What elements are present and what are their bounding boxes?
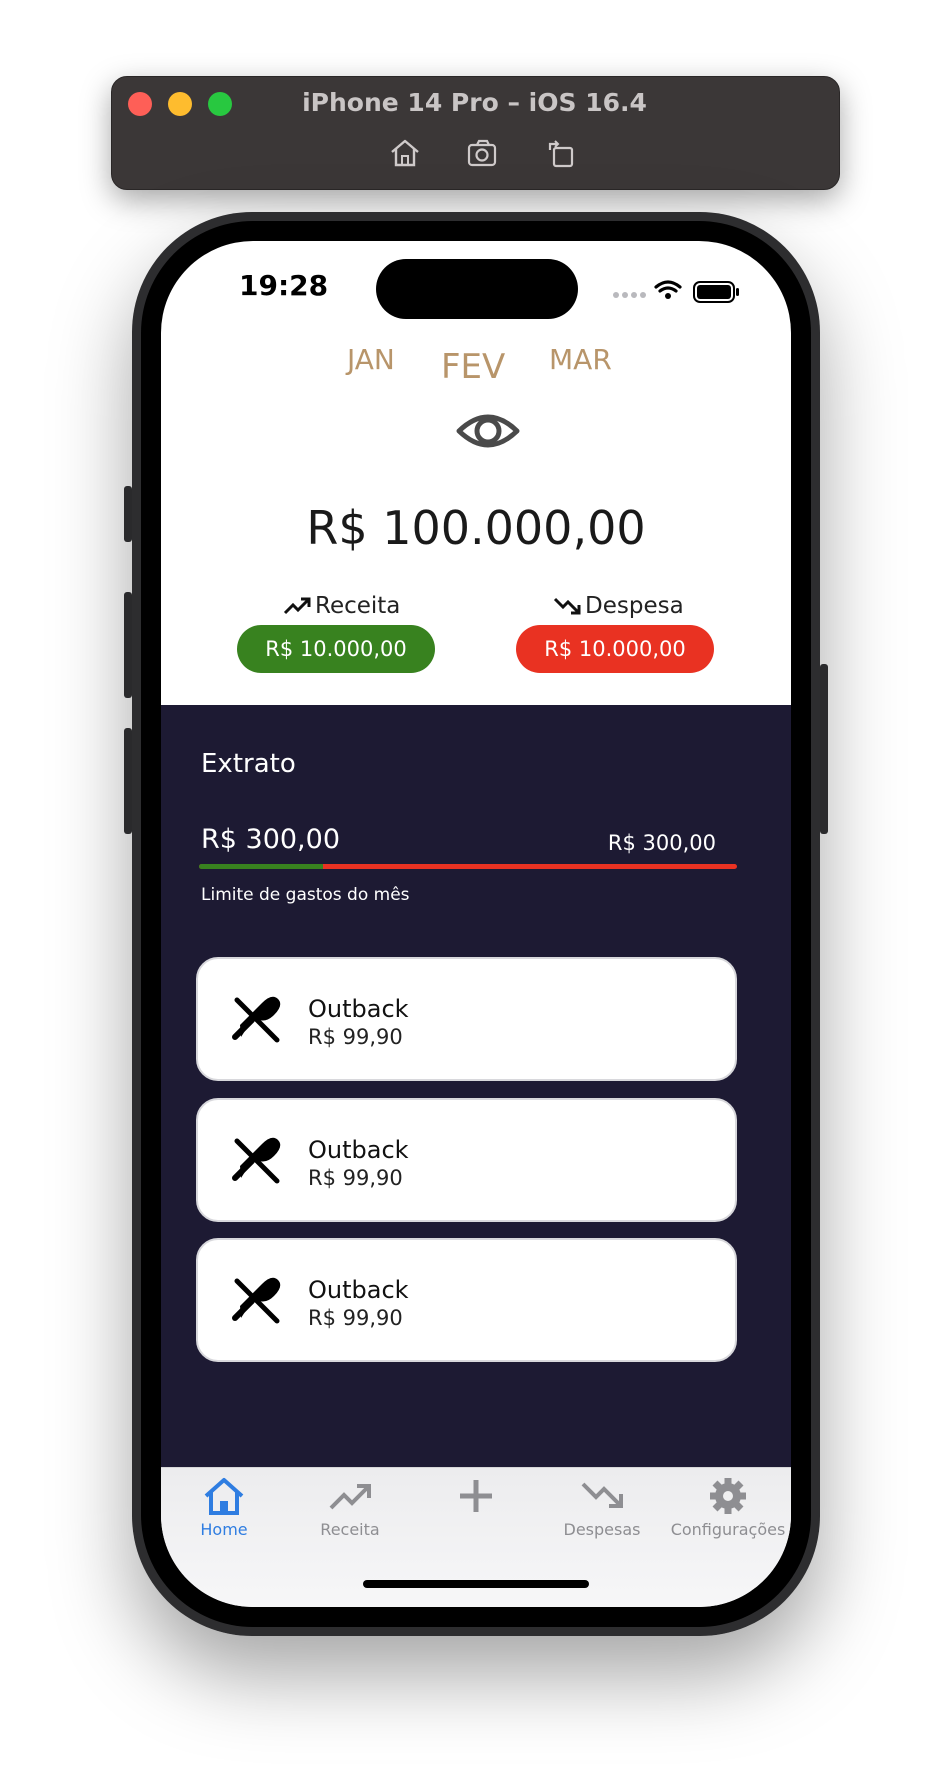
month-current[interactable]: FEV — [441, 347, 505, 387]
spending-limit-bar-fill — [199, 864, 323, 869]
rotate-icon[interactable] — [544, 136, 578, 170]
home-icon — [204, 1478, 244, 1515]
signal-icon — [613, 292, 646, 298]
trend-up-icon — [329, 1484, 371, 1510]
expense-amount-badge[interactable]: R$ 10.000,00 — [516, 625, 714, 673]
limit-amount: R$ 300,00 — [607, 831, 716, 855]
statement-section: Extrato R$ 300,00 R$ 300,00 Limite de ga… — [161, 705, 791, 1467]
spending-limit-bar — [199, 864, 737, 869]
phone-screen: 19:28 JAN FEV MAR R$ 100.000,00 Receita — [161, 241, 791, 1607]
trend-up-icon — [283, 597, 311, 615]
tab-bar: Home Receita Despesas Configurações — [161, 1467, 791, 1607]
status-icons — [613, 280, 739, 303]
transaction-card[interactable]: Outback R$ 99,90 — [196, 957, 737, 1081]
month-next[interactable]: MAR — [549, 343, 612, 376]
screenshot-icon[interactable] — [466, 136, 500, 170]
fork-spoon-icon — [232, 1277, 281, 1324]
gear-icon — [710, 1478, 746, 1514]
transaction-amount: R$ 99,90 — [308, 1166, 403, 1190]
status-time: 19:28 — [239, 269, 329, 302]
transaction-title: Outback — [308, 995, 409, 1023]
volume-down-button — [124, 728, 132, 834]
spending-limit-caption: Limite de gastos do mês — [201, 885, 410, 905]
eye-icon[interactable] — [456, 409, 520, 453]
volume-up-button — [124, 592, 132, 698]
home-icon[interactable] — [388, 136, 422, 170]
battery-icon — [693, 281, 739, 303]
tab-receita[interactable]: Receita — [287, 1476, 413, 1539]
simulator-title: iPhone 14 Pro – iOS 16.4 — [302, 88, 647, 117]
trend-down-icon — [553, 597, 581, 615]
fork-spoon-icon — [232, 1137, 281, 1184]
transaction-amount: R$ 99,90 — [308, 1306, 403, 1330]
tab-home[interactable]: Home — [161, 1476, 287, 1539]
tab-configuracoes[interactable]: Configurações — [665, 1476, 791, 1539]
transaction-title: Outback — [308, 1136, 409, 1164]
mute-switch — [124, 486, 132, 542]
income-amount-badge[interactable]: R$ 10.000,00 — [237, 625, 435, 673]
total-balance: R$ 100.000,00 — [306, 501, 646, 555]
spent-amount: R$ 300,00 — [201, 824, 340, 855]
transaction-card[interactable]: Outback R$ 99,90 — [196, 1098, 737, 1222]
trend-down-icon — [581, 1482, 623, 1508]
tab-add[interactable] — [413, 1476, 539, 1520]
dynamic-island — [376, 259, 578, 319]
transaction-amount: R$ 99,90 — [308, 1025, 403, 1049]
transaction-card[interactable]: Outback R$ 99,90 — [196, 1238, 737, 1362]
fork-spoon-icon — [232, 996, 281, 1043]
plus-icon — [460, 1480, 492, 1512]
month-prev[interactable]: JAN — [347, 343, 395, 376]
month-selector: JAN FEV MAR — [161, 335, 791, 387]
statement-title: Extrato — [201, 749, 296, 779]
expense-label: Despesa — [553, 593, 684, 619]
wifi-icon — [654, 280, 682, 293]
transaction-title: Outback — [308, 1276, 409, 1304]
tab-despesas[interactable]: Despesas — [539, 1476, 665, 1539]
income-label: Receita — [283, 593, 400, 619]
power-button — [820, 664, 828, 834]
home-indicator[interactable] — [363, 1580, 589, 1588]
